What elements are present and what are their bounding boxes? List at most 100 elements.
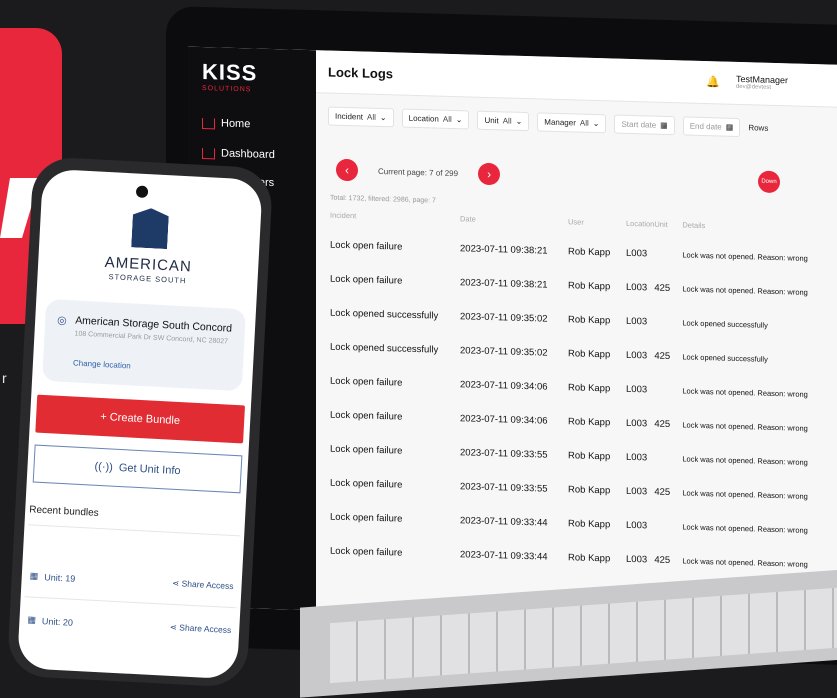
laptop-screen: KISS SOLUTIONS Home Dashboard Customers … bbox=[188, 46, 837, 627]
cell-user: Rob Kapp bbox=[568, 347, 611, 360]
cell-user: Rob Kapp bbox=[568, 551, 611, 564]
bell-icon[interactable]: 🔔 bbox=[706, 75, 720, 88]
total-count: Total: 1732, filtered: 2986, page: 7 bbox=[330, 194, 436, 205]
topbar: Lock Logs 🔔 TestManager dev@devtest bbox=[316, 50, 837, 110]
cell-date: 2023-07-11 09:34:06 bbox=[460, 412, 548, 427]
cell-incident: Lock open failure bbox=[330, 545, 403, 559]
filter-value: All bbox=[502, 116, 512, 126]
filter-location[interactable]: Location All ⌄ bbox=[401, 108, 470, 130]
filter-label: Incident bbox=[335, 111, 364, 122]
dashboard-icon bbox=[202, 147, 215, 159]
create-bundle-button[interactable]: + Create Bundle bbox=[35, 394, 246, 444]
cell-date: 2023-07-11 09:33:44 bbox=[460, 514, 548, 529]
cell-user: Rob Kapp bbox=[568, 449, 611, 462]
download-button[interactable]: Down bbox=[758, 170, 780, 194]
cell-details: Lock was not opened. Reason: wrong bbox=[682, 453, 808, 467]
cell-incident: Lock opened successfully bbox=[330, 307, 439, 322]
unit-icon: ▦ bbox=[27, 614, 37, 625]
cell-incident: Lock open failure bbox=[330, 273, 403, 287]
phone: AMERICAN STORAGE SOUTH ◎ American Storag… bbox=[6, 156, 274, 688]
cell-unit: 425 bbox=[654, 418, 671, 430]
end-date-input[interactable]: End date ▦ bbox=[682, 116, 741, 138]
cell-location: L003 bbox=[626, 553, 648, 565]
filter-unit[interactable]: Unit All ⌄ bbox=[477, 110, 530, 132]
cell-user: Rob Kapp bbox=[568, 313, 611, 326]
start-date-placeholder: Start date bbox=[621, 119, 657, 130]
chevron-down-icon: ⌄ bbox=[379, 112, 387, 123]
divider bbox=[28, 524, 241, 537]
sidebar-item-dashboard[interactable]: Dashboard bbox=[202, 147, 275, 161]
col-user[interactable]: User bbox=[568, 217, 626, 236]
cell-user: Rob Kapp bbox=[568, 245, 611, 258]
share-access-link[interactable]: ⋖ Share Access bbox=[172, 578, 234, 592]
user-menu[interactable]: TestManager dev@devtest bbox=[736, 74, 788, 91]
nfc-icon: ((·)) bbox=[94, 460, 114, 474]
filter-label: Manager bbox=[544, 117, 576, 128]
filter-manager[interactable]: Manager All ⌄ bbox=[537, 112, 607, 134]
bundle-item[interactable]: ▦ Unit: 20 bbox=[27, 614, 73, 627]
cell-incident: Lock open failure bbox=[330, 443, 403, 457]
prev-page-button[interactable]: ‹ bbox=[336, 158, 358, 182]
col-location[interactable]: Location bbox=[626, 219, 654, 237]
filter-incident[interactable]: Incident All ⌄ bbox=[328, 106, 394, 128]
share-icon: ⋖ bbox=[169, 621, 178, 633]
cell-unit: 425 bbox=[654, 282, 671, 294]
location-pin-icon: ◎ bbox=[56, 314, 68, 328]
cell-unit bbox=[654, 373, 682, 408]
filter-value: All bbox=[367, 112, 376, 122]
main-content: Lock Logs 🔔 TestManager dev@devtest Inci… bbox=[316, 50, 837, 626]
calendar-icon: ▦ bbox=[660, 120, 668, 131]
home-icon bbox=[202, 117, 215, 129]
cell-date: 2023-07-11 09:38:21 bbox=[460, 242, 548, 257]
divider bbox=[24, 596, 237, 609]
chevron-down-icon: ⌄ bbox=[515, 116, 523, 126]
cell-details: Lock was not opened. Reason: wrong bbox=[682, 249, 808, 263]
calendar-icon: ▦ bbox=[725, 122, 734, 132]
cell-user: Rob Kapp bbox=[568, 415, 611, 428]
filter-value: All bbox=[579, 118, 589, 128]
get-unit-info-label: Get Unit Info bbox=[118, 461, 181, 478]
col-unit[interactable]: Unit bbox=[654, 220, 682, 238]
sidebar-item-label: Home bbox=[221, 117, 251, 131]
cell-unit: 425 bbox=[654, 486, 671, 498]
cell-location: L003 bbox=[626, 519, 648, 531]
cell-user: Rob Kapp bbox=[568, 279, 611, 292]
phone-screen: AMERICAN STORAGE SOUTH ◎ American Storag… bbox=[16, 168, 263, 680]
cell-unit bbox=[654, 509, 682, 544]
cell-date: 2023-07-11 09:38:21 bbox=[460, 276, 548, 291]
sidebar-item-home[interactable]: Home bbox=[202, 117, 250, 130]
end-date-placeholder: End date bbox=[689, 121, 722, 132]
bundle-item[interactable]: ▦ Unit: 19 bbox=[30, 570, 76, 583]
kiss-logo: KISS bbox=[202, 59, 258, 86]
recent-bundles-title: Recent bundles bbox=[28, 504, 99, 519]
cell-unit bbox=[654, 441, 682, 476]
cell-date: 2023-07-11 09:35:02 bbox=[460, 344, 548, 359]
page-title: Lock Logs bbox=[328, 64, 394, 82]
cell-unit: 425 bbox=[654, 554, 671, 566]
next-page-button[interactable]: › bbox=[478, 162, 501, 186]
share-label: Share Access bbox=[179, 622, 232, 636]
cell-date: 2023-07-11 09:33:44 bbox=[460, 548, 548, 563]
cell-incident: Lock open failure bbox=[330, 477, 403, 491]
cell-unit bbox=[654, 305, 682, 340]
cell-location: L003 bbox=[626, 451, 648, 463]
get-unit-info-button[interactable]: ((·)) Get Unit Info bbox=[32, 444, 243, 494]
storage-building-icon bbox=[131, 207, 169, 249]
cell-incident: Lock open failure bbox=[330, 375, 403, 389]
change-location-link[interactable]: Change location bbox=[73, 358, 131, 370]
chevron-down-icon: ⌄ bbox=[592, 118, 600, 129]
cell-incident: Lock open failure bbox=[330, 409, 403, 423]
laptop: KISS SOLUTIONS Home Dashboard Customers … bbox=[166, 6, 837, 667]
cell-location: L003 bbox=[626, 349, 648, 361]
share-access-link[interactable]: ⋖ Share Access bbox=[170, 622, 232, 636]
chevron-down-icon: ⌄ bbox=[455, 115, 463, 125]
start-date-input[interactable]: Start date ▦ bbox=[614, 114, 675, 136]
rows-label[interactable]: Rows bbox=[748, 123, 768, 133]
cell-location: L003 bbox=[626, 485, 648, 497]
cell-location: L003 bbox=[626, 417, 648, 429]
filter-bar: Incident All ⌄ Location All ⌄ Unit All ⌄… bbox=[328, 106, 768, 138]
pagination: ‹ Current page: 7 of 299 › bbox=[336, 158, 501, 186]
cell-date: 2023-07-11 09:33:55 bbox=[460, 446, 548, 461]
cell-incident: Lock opened successfully bbox=[330, 341, 439, 356]
cell-unit bbox=[654, 237, 682, 272]
